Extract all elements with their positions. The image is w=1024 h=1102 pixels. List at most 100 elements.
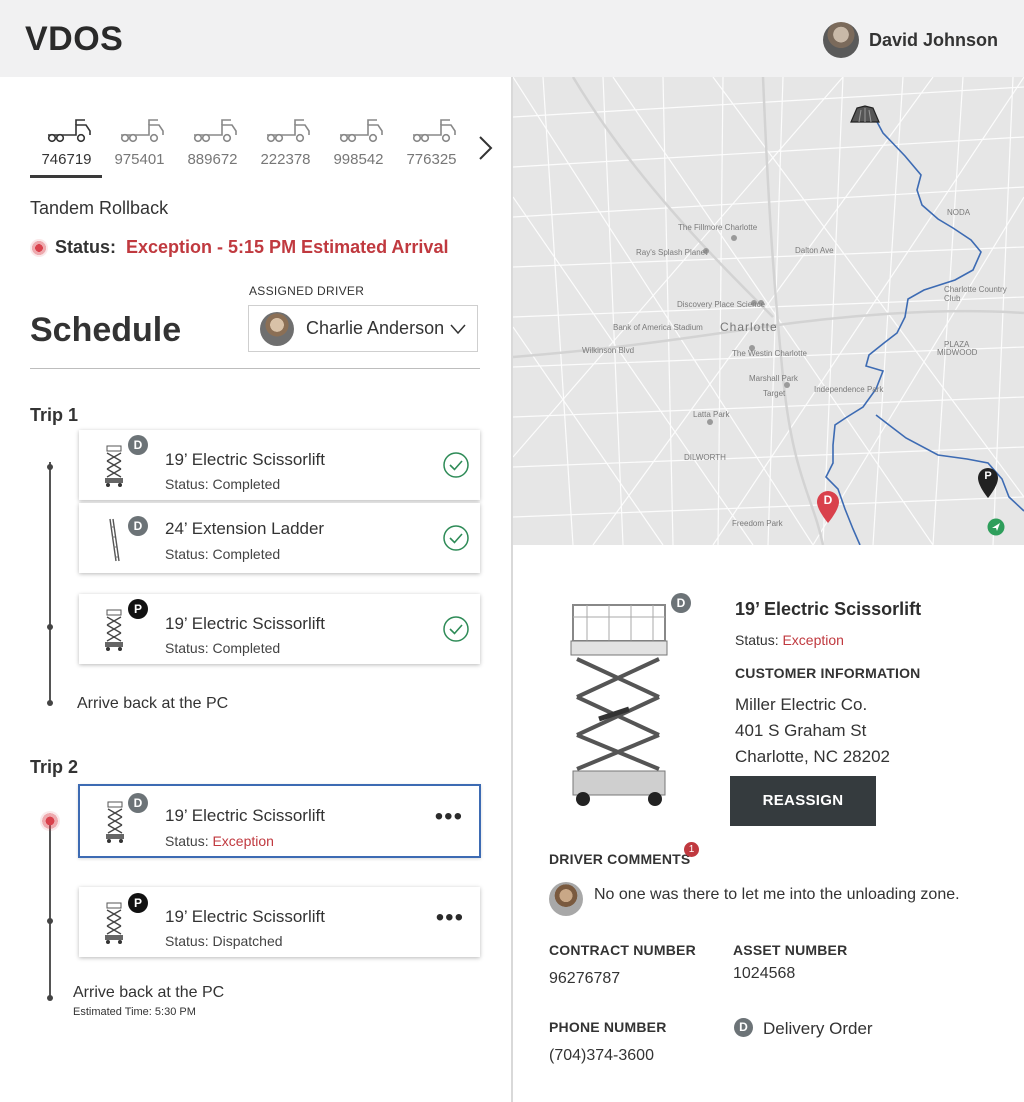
arrive-back-label: Arrive back at the PC <box>77 695 229 712</box>
chevron-down-icon <box>450 324 466 335</box>
vehicle-tab-776325[interactable]: 776325 <box>395 117 468 168</box>
vehicle-location-icon[interactable] <box>849 104 881 124</box>
scissorlift-thumbnail <box>104 445 124 488</box>
trip-2-label: Trip 2 <box>30 757 79 777</box>
contract-number-heading: CONTRACT NUMBER <box>549 942 696 958</box>
pickup-badge: P <box>128 599 148 619</box>
schedule-title: Schedule <box>30 311 182 349</box>
driver-avatar <box>260 311 294 346</box>
timeline-dot <box>47 624 53 630</box>
map-label: The Westin Charlotte <box>732 349 807 358</box>
map-label: MIDWOOD <box>937 348 978 357</box>
timeline-dot <box>47 700 53 706</box>
item-status: Status: Completed <box>165 476 281 492</box>
route-map[interactable]: Charlotte The Fillmore Charlotte Ray's S… <box>513 77 1024 545</box>
customer-city: Charlotte, NC 28202 <box>735 747 890 766</box>
driver-comments-heading: DRIVER COMMENTS <box>549 851 691 867</box>
map-label: Wilkinson Blvd <box>582 346 635 355</box>
user-avatar[interactable] <box>822 22 859 58</box>
map-label: Bank of America Stadium <box>613 323 703 332</box>
chevron-right-icon[interactable] <box>476 134 496 162</box>
customer-name: Miller Electric Co. <box>735 695 868 714</box>
assigned-driver-label: ASSIGNED DRIVER <box>249 284 365 298</box>
map-label: Target <box>763 389 786 398</box>
delivery-badge: D <box>128 435 148 455</box>
vehicle-tab-998542[interactable]: 998542 <box>322 117 395 168</box>
vehicle-tab-889672[interactable]: 889672 <box>176 117 249 168</box>
truck-icon <box>338 119 383 143</box>
contract-number: 96276787 <box>549 970 621 987</box>
truck-icon <box>192 119 237 143</box>
pickup-pin-icon[interactable]: P <box>976 467 1000 499</box>
comment-count-badge: 1 <box>684 842 699 857</box>
user-menu[interactable]: David Johnson <box>822 22 998 58</box>
driver-name: Charlie Anderson <box>306 318 445 338</box>
estimated-time: Estimated Time: 5:30 PM <box>73 1006 196 1018</box>
item-title: 19’ Electric Scissorlift <box>165 907 325 926</box>
check-circle-icon <box>443 452 469 478</box>
scissorlift-thumbnail <box>104 902 124 945</box>
arrive-back-label: Arrive back at the PC <box>73 984 225 1001</box>
delivery-badge: D <box>734 1018 753 1037</box>
truck-icon <box>119 119 164 143</box>
more-options-icon[interactable]: ••• <box>435 805 463 829</box>
vehicle-tab-label: 975401 <box>114 151 165 168</box>
item-title: 19’ Electric Scissorlift <box>165 806 325 825</box>
alert-dot-icon <box>30 238 48 257</box>
item-status: Status: Completed <box>165 546 281 562</box>
trip-item-card[interactable]: P 19’ Electric Scissorlift Status: Dispa… <box>79 887 480 957</box>
vehicle-tab-222378[interactable]: 222378 <box>249 117 322 168</box>
truck-icon <box>265 119 310 143</box>
more-options-icon[interactable]: ••• <box>436 906 464 930</box>
customer-info-heading: CUSTOMER INFORMATION <box>735 665 921 681</box>
map-label: Charlotte Country Club <box>944 285 1007 303</box>
divider <box>30 368 480 369</box>
reassign-button[interactable]: REASSIGN <box>730 776 876 826</box>
vehicle-tab-746719[interactable]: 746719 <box>30 117 103 168</box>
navigation-arrow-icon <box>987 518 1005 536</box>
vehicle-tab-label: 889672 <box>187 151 238 168</box>
map-label: Freedom Park <box>732 519 783 528</box>
trip-item-card[interactable]: D 19’ Electric Scissorlift Status: Compl… <box>79 430 480 500</box>
status-value: Exception - 5:15 PM Estimated Arrival <box>126 237 449 257</box>
delivery-pin-icon[interactable]: D <box>815 490 841 524</box>
timeline-dot <box>47 918 53 924</box>
vehicle-tab-label: 222378 <box>260 151 311 168</box>
phone-number[interactable]: (704)374-3600 <box>549 1047 654 1065</box>
map-label: Independence Park <box>814 385 884 394</box>
trip-item-card[interactable]: P 19’ Electric Scissorlift Status: Compl… <box>79 594 480 664</box>
vehicle-tab-975401[interactable]: 975401 <box>103 117 176 168</box>
asset-number: 1024568 <box>733 965 796 982</box>
scissorlift-thumbnail <box>105 801 125 844</box>
scissorlift-image <box>570 604 668 806</box>
map-streets <box>513 77 1024 545</box>
alert-dot-icon <box>40 811 60 831</box>
detail-title: 19’ Electric Scissorlift <box>735 599 922 619</box>
status-label: Status: <box>55 237 117 257</box>
vehicle-status: Status: Exception - 5:15 PM Estimated Ar… <box>30 237 448 258</box>
item-status: Status: Exception <box>165 833 274 849</box>
vehicle-tab-label: 746719 <box>41 151 92 168</box>
item-title: 19’ Electric Scissorlift <box>165 450 325 469</box>
vehicle-type: Tandem Rollback <box>30 198 169 218</box>
trip-1-timeline <box>49 462 51 704</box>
map-label: Latta Park <box>693 410 730 419</box>
app-logo: VDOS <box>25 20 124 58</box>
map-label: DILWORTH <box>684 453 726 462</box>
timeline-dot <box>47 995 53 1001</box>
order-type: Delivery Order <box>763 1019 873 1038</box>
customer-info: Miller Electric Co. 401 S Graham St Char… <box>735 692 890 770</box>
pickup-pin-label: P <box>984 470 992 482</box>
trip-item-card-selected[interactable]: D 19’ Electric Scissorlift Status: Excep… <box>78 784 481 858</box>
item-title: 19’ Electric Scissorlift <box>165 614 325 633</box>
item-status: Status: Completed <box>165 640 281 656</box>
item-title: 24’ Extension Ladder <box>165 519 325 538</box>
trip-item-card[interactable]: D 24’ Extension Ladder Status: Completed <box>79 503 480 573</box>
map-label: Marshall Park <box>749 374 798 383</box>
delivery-badge: D <box>128 516 148 536</box>
user-name[interactable]: David Johnson <box>869 30 998 51</box>
vehicle-tabs: 746719 975401 889672 222378 998542 77632… <box>30 117 468 168</box>
delivery-badge: D <box>128 793 148 813</box>
map-label: Discovery Place Science <box>677 300 766 309</box>
driver-select[interactable]: Charlie Anderson <box>248 305 478 352</box>
